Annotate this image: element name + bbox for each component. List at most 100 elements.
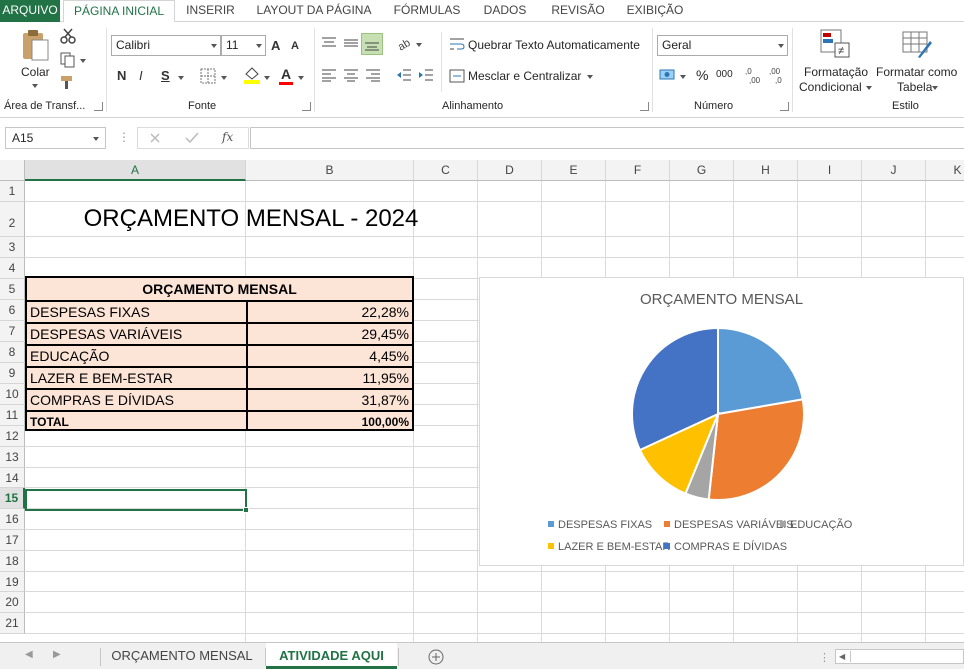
row-header-8[interactable]: 8 bbox=[0, 342, 25, 363]
orientation-dropdown-icon[interactable] bbox=[416, 43, 422, 47]
row-header-5[interactable]: 5 bbox=[0, 279, 25, 300]
row-header-15[interactable]: 15 bbox=[0, 488, 25, 510]
chevron-down-icon[interactable] bbox=[93, 137, 99, 141]
row-header-21[interactable]: 21 bbox=[0, 613, 25, 634]
tab-arquivo[interactable]: ARQUIVO bbox=[0, 0, 60, 22]
number-format-combo[interactable]: Geral bbox=[657, 35, 788, 56]
row-header-20[interactable]: 20 bbox=[0, 592, 25, 614]
column-header-b[interactable]: B bbox=[246, 160, 414, 181]
align-center-icon[interactable] bbox=[343, 68, 359, 82]
budget-category[interactable]: COMPRAS E DÍVIDAS bbox=[27, 390, 246, 410]
table-header[interactable]: ORÇAMENTO MENSAL bbox=[27, 278, 412, 300]
row-header-10[interactable]: 10 bbox=[0, 384, 25, 405]
column-header-h[interactable]: H bbox=[734, 160, 798, 181]
row-header-6[interactable]: 6 bbox=[0, 300, 25, 321]
budget-category[interactable]: DESPESAS VARIÁVEIS bbox=[27, 324, 246, 344]
comma-style-button[interactable]: 000 bbox=[716, 69, 733, 80]
legend-item-compras-e-dividas[interactable]: COMPRAS E DÍVIDAS bbox=[664, 541, 787, 553]
format-as-table-label-2[interactable]: Tabela bbox=[897, 80, 932, 94]
budget-percentage[interactable]: 100,00% bbox=[248, 412, 412, 432]
fill-handle[interactable] bbox=[243, 507, 249, 513]
row-header-1[interactable]: 1 bbox=[0, 181, 25, 202]
tab-dados[interactable]: DADOS bbox=[474, 0, 536, 22]
tab-revisao[interactable]: REVISÃO bbox=[542, 0, 614, 22]
pie-chart[interactable]: ORÇAMENTO MENSAL DESPESAS FIXAS DESPESAS … bbox=[479, 277, 964, 566]
italic-button[interactable]: I bbox=[139, 68, 143, 83]
tab-exibicao[interactable]: EXIBIÇÃO bbox=[620, 0, 690, 22]
budget-percentage[interactable]: 29,45% bbox=[248, 324, 412, 344]
column-header-c[interactable]: C bbox=[414, 160, 478, 181]
column-header-f[interactable]: F bbox=[606, 160, 670, 181]
budget-category[interactable]: EDUCAÇÃO bbox=[27, 346, 246, 366]
budget-percentage[interactable]: 22,28% bbox=[248, 302, 412, 322]
cut-icon[interactable] bbox=[60, 28, 76, 44]
budget-category[interactable]: TOTAL bbox=[27, 412, 246, 432]
align-bottom-button[interactable] bbox=[361, 33, 383, 55]
column-header-a[interactable]: A bbox=[25, 160, 246, 181]
tab-formulas[interactable]: FÓRMULAS bbox=[386, 0, 468, 22]
row-header-18[interactable]: 18 bbox=[0, 550, 25, 572]
insert-function-button[interactable]: fx bbox=[222, 130, 233, 144]
format-as-table-label-1[interactable]: Formatar como bbox=[876, 65, 957, 79]
accounting-format-icon[interactable] bbox=[659, 67, 677, 83]
increase-indent-icon[interactable] bbox=[418, 68, 434, 82]
budget-category[interactable]: LAZER E BEM-ESTAR bbox=[27, 368, 246, 388]
font-size-combo[interactable]: 11 bbox=[221, 35, 266, 56]
select-all-corner[interactable] bbox=[0, 160, 25, 181]
row-header-14[interactable]: 14 bbox=[0, 467, 25, 489]
legend-item-despesas-variaveis[interactable]: DESPESAS VARIÁVEIS bbox=[664, 519, 794, 531]
column-header-g[interactable]: G bbox=[670, 160, 734, 181]
column-header-k[interactable]: K bbox=[926, 160, 964, 181]
number-launcher-icon[interactable] bbox=[780, 102, 789, 111]
decrease-indent-icon[interactable] bbox=[396, 68, 412, 82]
sheet-title[interactable]: ORÇAMENTO MENSAL - 2024 bbox=[26, 202, 476, 237]
font-name-combo[interactable]: Calibri bbox=[111, 35, 221, 56]
conditional-formatting-icon[interactable]: ≠ bbox=[820, 29, 850, 59]
name-box[interactable]: A15 bbox=[5, 127, 106, 149]
selected-cell-border[interactable] bbox=[25, 489, 249, 513]
clipboard-launcher-icon[interactable] bbox=[94, 102, 103, 111]
accounting-dropdown-icon[interactable] bbox=[680, 75, 686, 79]
worksheet-grid[interactable]: ABCDEFGHIJK 1 2 3 4 5 6 7 8 9 10 11 12 13 14 15 16 17 18 1… bbox=[0, 160, 964, 642]
row-header-11[interactable]: 11 bbox=[0, 405, 25, 426]
paste-icon[interactable] bbox=[20, 28, 52, 64]
align-right-icon[interactable] bbox=[365, 68, 381, 82]
font-color-dropdown-icon[interactable] bbox=[298, 76, 304, 80]
legend-item-lazer-e-bem-estar[interactable]: LAZER E BEM-ESTAR bbox=[548, 541, 670, 553]
legend-item-educacao[interactable]: EDUCAÇÃO bbox=[780, 519, 852, 531]
row-header-4[interactable]: 4 bbox=[0, 258, 25, 279]
merge-center-button[interactable]: Mesclar e Centralizar bbox=[468, 69, 581, 83]
sheet-tab-orcamento-mensal[interactable]: ORÇAMENTO MENSAL bbox=[101, 643, 263, 669]
scroll-left-arrow-icon[interactable]: ◀ bbox=[839, 652, 845, 661]
format-as-table-icon[interactable] bbox=[902, 29, 932, 59]
borders-icon[interactable] bbox=[200, 68, 216, 84]
fill-color-icon[interactable] bbox=[243, 66, 261, 84]
conditional-formatting-label-2[interactable]: Condicional bbox=[799, 80, 862, 94]
increase-decimal-icon[interactable]: ,0,00 bbox=[745, 66, 763, 84]
orientation-icon[interactable]: ab bbox=[396, 35, 414, 51]
scrollbar-thumb[interactable] bbox=[850, 651, 960, 662]
borders-dropdown-icon[interactable] bbox=[221, 76, 227, 80]
tab-inserir[interactable]: INSERIR bbox=[178, 0, 243, 22]
font-launcher-icon[interactable] bbox=[302, 102, 311, 111]
column-header-i[interactable]: I bbox=[798, 160, 862, 181]
sheet-tab-atividade-aqui[interactable]: ATIVIDADE AQUI bbox=[266, 643, 397, 669]
fill-color-dropdown-icon[interactable] bbox=[264, 76, 270, 80]
row-header-19[interactable]: 19 bbox=[0, 571, 25, 593]
tab-pagina-inicial[interactable]: PÁGINA INICIAL bbox=[63, 0, 175, 23]
row-header-12[interactable]: 12 bbox=[0, 426, 25, 447]
decrease-decimal-icon[interactable]: ,00,0 bbox=[769, 66, 787, 84]
conditional-dropdown-icon[interactable] bbox=[866, 86, 872, 90]
wrap-text-button[interactable]: Quebrar Texto Automaticamente bbox=[468, 38, 640, 52]
copy-dropdown-icon[interactable] bbox=[80, 59, 86, 63]
align-left-icon[interactable] bbox=[321, 68, 337, 82]
row-header-13[interactable]: 13 bbox=[0, 446, 25, 468]
scroll-left-icon[interactable]: ◀ bbox=[25, 649, 33, 660]
percent-style-button[interactable]: % bbox=[696, 67, 708, 83]
scroll-right-icon[interactable]: ▶ bbox=[53, 649, 61, 660]
column-header-d[interactable]: D bbox=[478, 160, 542, 181]
column-header-e[interactable]: E bbox=[542, 160, 606, 181]
column-header-j[interactable]: J bbox=[862, 160, 926, 181]
row-header-2[interactable]: 2 bbox=[0, 202, 25, 237]
merge-dropdown-icon[interactable] bbox=[587, 75, 593, 79]
